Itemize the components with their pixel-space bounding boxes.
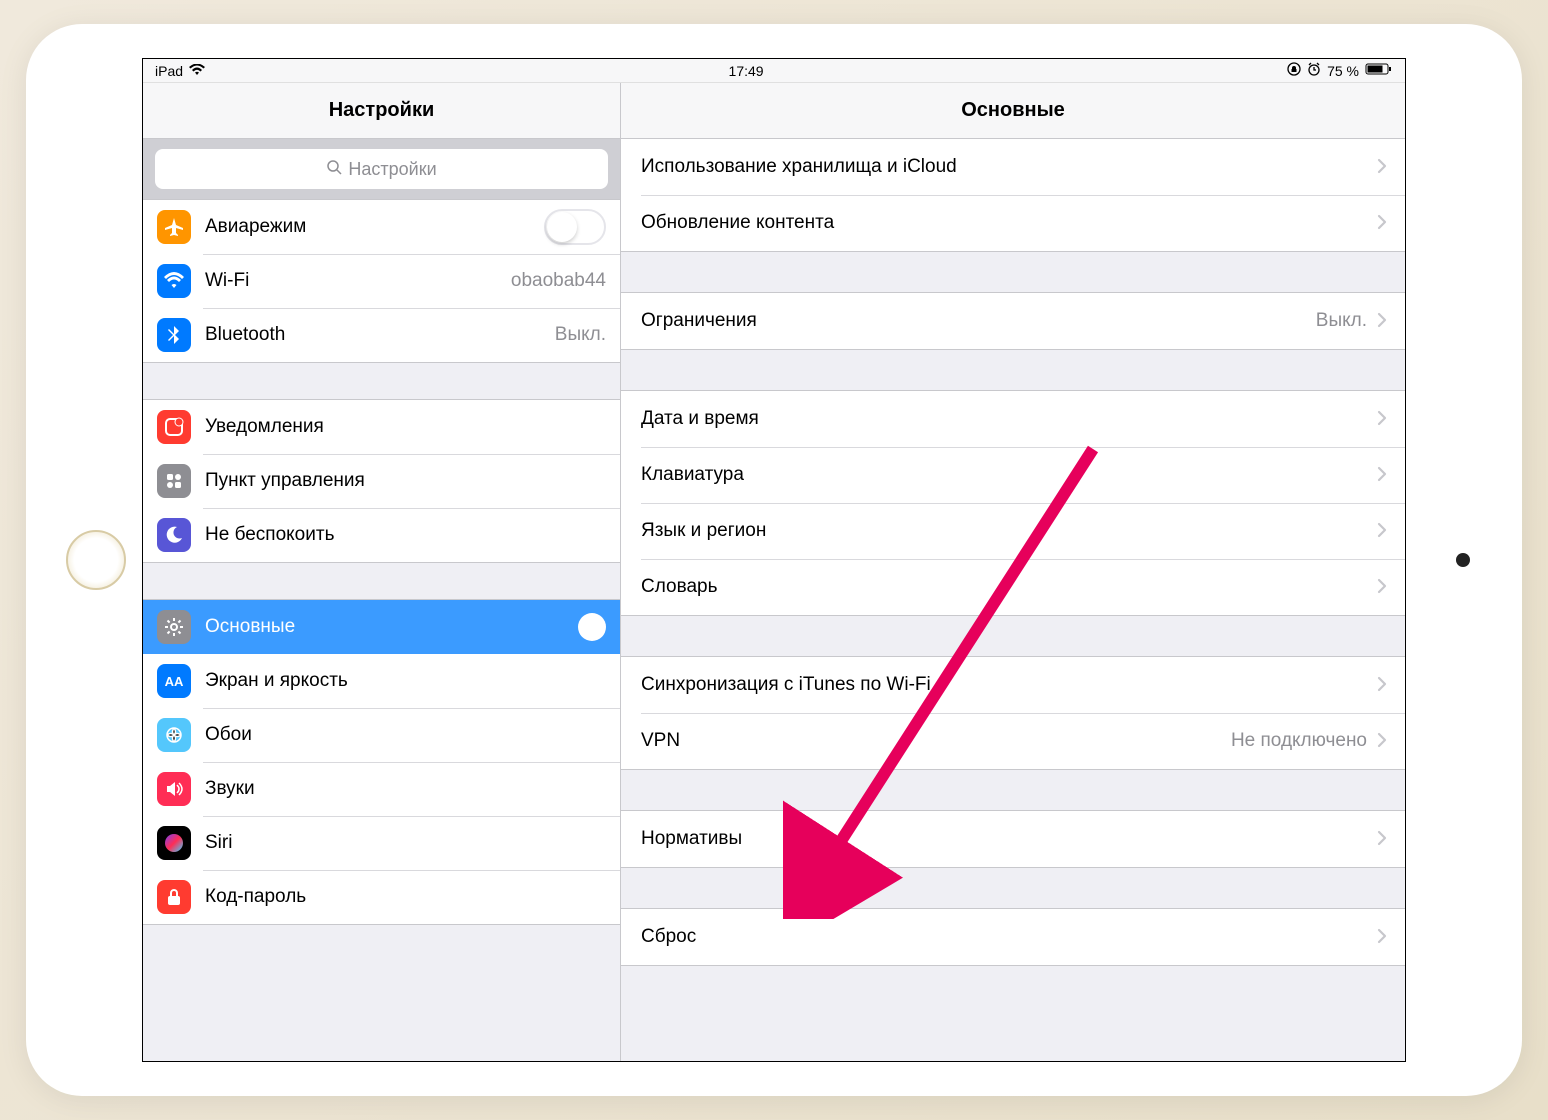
main-item-label: Сброс	[641, 926, 1377, 948]
main-item-label: Дата и время	[641, 408, 1377, 430]
sidebar-item-label: Bluetooth	[205, 324, 555, 346]
main-item-language[interactable]: Язык и регион	[621, 503, 1405, 559]
sidebar-item-detail: obaobab44	[511, 270, 606, 292]
sidebar-item-label: Код-пароль	[205, 886, 606, 908]
airplane-toggle[interactable]	[544, 209, 606, 245]
sidebar-item-display[interactable]: AA Экран и яркость	[143, 654, 620, 708]
settings-sidebar: Настройки Настройки Авиарежим Wi-Fiobaoba…	[143, 83, 621, 1061]
orientation-lock-icon	[1287, 62, 1301, 79]
main-item-background-refresh[interactable]: Обновление контента	[621, 195, 1405, 251]
main-item-label: Нормативы	[641, 828, 1377, 850]
main-item-detail: Не подключено	[1231, 730, 1367, 752]
sidebar-item-label: Пункт управления	[205, 470, 606, 492]
sidebar-item-label: Wi-Fi	[205, 270, 511, 292]
front-camera	[1456, 553, 1470, 567]
sidebar-item-sounds[interactable]: Звуки	[143, 762, 620, 816]
sidebar-item-detail: Выкл.	[555, 324, 606, 346]
main-item-regulatory[interactable]: Нормативы	[621, 811, 1405, 867]
chevron-right-icon	[1377, 210, 1387, 236]
badge: 1	[578, 613, 606, 641]
chevron-right-icon	[1377, 154, 1387, 180]
display-icon: AA	[157, 664, 191, 698]
wifi-icon	[157, 264, 191, 298]
lock-icon	[157, 880, 191, 914]
ipad-frame: iPad 17:49 75 %	[26, 24, 1522, 1096]
sidebar-item-label: Звуки	[205, 778, 606, 800]
search-placeholder: Настройки	[348, 159, 436, 180]
sidebar-item-label: Не беспокоить	[205, 524, 606, 546]
main-item-dictionary[interactable]: Словарь	[621, 559, 1405, 615]
sidebar-item-label: Экран и яркость	[205, 670, 606, 692]
main-item-label: Клавиатура	[641, 464, 1377, 486]
device-label: iPad	[155, 63, 183, 79]
control-center-icon	[157, 464, 191, 498]
sidebar-item-wifi[interactable]: Wi-Fiobaobab44	[143, 254, 620, 308]
chevron-right-icon	[1377, 406, 1387, 432]
main-item-label: Язык и регион	[641, 520, 1377, 542]
moon-icon	[157, 518, 191, 552]
screen: iPad 17:49 75 %	[142, 58, 1406, 1062]
sidebar-item-label: Авиарежим	[205, 216, 544, 238]
battery-percent: 75 %	[1327, 63, 1359, 79]
siri-icon	[157, 826, 191, 860]
chevron-right-icon	[1377, 574, 1387, 600]
sidebar-item-notifications[interactable]: Уведомления	[143, 400, 620, 454]
svg-text:AA: AA	[165, 674, 184, 689]
chevron-right-icon	[1377, 924, 1387, 950]
main-item-label: Ограничения	[641, 310, 1316, 332]
search-input[interactable]: Настройки	[155, 149, 608, 189]
home-button[interactable]	[66, 530, 126, 590]
gear-icon	[157, 610, 191, 644]
sidebar-item-control-center[interactable]: Пункт управления	[143, 454, 620, 508]
sidebar-item-siri[interactable]: Siri	[143, 816, 620, 870]
sidebar-item-passcode[interactable]: Код-пароль	[143, 870, 620, 924]
main-item-label: Словарь	[641, 576, 1377, 598]
notifications-icon	[157, 410, 191, 444]
sidebar-item-label: Siri	[205, 832, 606, 854]
wallpaper-icon	[157, 718, 191, 752]
main-item-label: Обновление контента	[641, 212, 1377, 234]
main-item-vpn[interactable]: VPNНе подключено	[621, 713, 1405, 769]
sidebar-item-dnd[interactable]: Не беспокоить	[143, 508, 620, 562]
main-item-label: Синхронизация с iTunes по Wi-Fi	[641, 674, 1377, 696]
clock: 17:49	[729, 63, 764, 79]
main-item-detail: Выкл.	[1316, 310, 1367, 332]
airplane-icon	[157, 210, 191, 244]
chevron-right-icon	[1377, 826, 1387, 852]
sidebar-item-airplane[interactable]: Авиарежим	[143, 200, 620, 254]
main-pane: Основные Использование хранилища и iClou…	[621, 83, 1405, 1061]
battery-icon	[1365, 62, 1393, 79]
sidebar-item-label: Обои	[205, 724, 606, 746]
sound-icon	[157, 772, 191, 806]
chevron-right-icon	[1377, 462, 1387, 488]
status-bar: iPad 17:49 75 %	[143, 59, 1405, 83]
bluetooth-icon	[157, 318, 191, 352]
main-item-label: Использование хранилища и iCloud	[641, 156, 1377, 178]
wifi-status-icon	[189, 63, 205, 79]
main-item-datetime[interactable]: Дата и время	[621, 391, 1405, 447]
sidebar-item-wallpaper[interactable]: Обои	[143, 708, 620, 762]
search-wrap: Настройки	[143, 139, 620, 200]
search-icon	[326, 159, 342, 180]
sidebar-item-label: Уведомления	[205, 416, 606, 438]
main-item-label: VPN	[641, 730, 1231, 752]
main-item-keyboard[interactable]: Клавиатура	[621, 447, 1405, 503]
sidebar-item-bluetooth[interactable]: BluetoothВыкл.	[143, 308, 620, 362]
main-item-reset[interactable]: Сброс	[621, 909, 1405, 965]
chevron-right-icon	[1377, 308, 1387, 334]
sidebar-title: Настройки	[143, 83, 620, 139]
sidebar-item-label: Основные	[205, 616, 578, 638]
main-item-restrictions[interactable]: ОграниченияВыкл.	[621, 293, 1405, 349]
chevron-right-icon	[1377, 672, 1387, 698]
main-item-storage[interactable]: Использование хранилища и iCloud	[621, 139, 1405, 195]
main-item-itunes-wifi-sync[interactable]: Синхронизация с iTunes по Wi-Fi	[621, 657, 1405, 713]
alarm-icon	[1307, 62, 1321, 79]
chevron-right-icon	[1377, 728, 1387, 754]
main-title: Основные	[621, 83, 1405, 139]
chevron-right-icon	[1377, 518, 1387, 544]
sidebar-item-general[interactable]: Основные1	[143, 600, 620, 654]
